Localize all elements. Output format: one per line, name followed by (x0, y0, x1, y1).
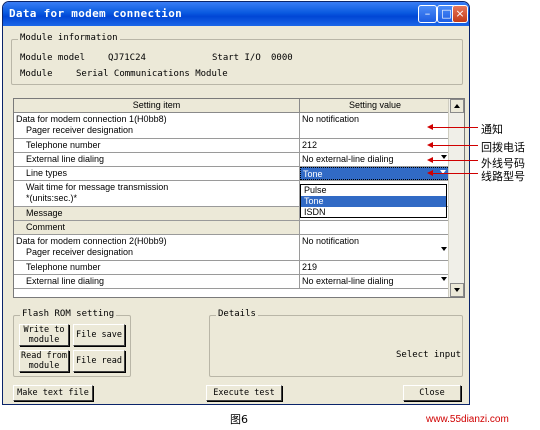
read-from-module-button[interactable]: Read from module (19, 350, 69, 372)
setting-value-dropdown[interactable]: No notification (300, 235, 450, 260)
setting-item-cell: Message (14, 207, 300, 220)
external-line-dropdown[interactable]: No external-line dialing (300, 275, 450, 288)
chevron-down-icon[interactable] (441, 277, 447, 281)
setting-item-label: Telephone number (26, 140, 101, 150)
module-info-group: Module information Module model QJ71C24 … (11, 33, 463, 85)
option-isdn[interactable]: ISDN (301, 207, 446, 218)
annotation-arrow (427, 157, 478, 163)
annotation-label: 线路型号 (481, 170, 525, 183)
setting-item-label: Message (26, 208, 63, 218)
module-model-label: Module model (20, 53, 86, 63)
setting-item-cell: External line dialing (14, 275, 300, 288)
flash-rom-title: Flash ROM setting (20, 309, 117, 319)
close-icon[interactable]: × (452, 5, 468, 23)
chevron-down-icon[interactable] (441, 155, 447, 159)
table-row[interactable]: Data for modem connection 2(H0bb9) Pager… (14, 235, 450, 261)
option-pulse[interactable]: Pulse (301, 185, 446, 196)
module-model-value: QJ71C24 (108, 53, 146, 63)
close-button[interactable]: Close (403, 385, 461, 401)
setting-item-cell: Line types (14, 167, 300, 180)
telephone-number-input[interactable]: 219 (300, 261, 450, 274)
figure-caption: 图6 (230, 413, 248, 426)
setting-item-label: Line types (26, 168, 68, 178)
scroll-down-icon[interactable] (450, 283, 464, 297)
details-group: Details Select input (209, 309, 463, 377)
setting-item-label: Data for modem connection 1(H0bb8) (16, 114, 167, 124)
setting-value-text: No notification (302, 236, 360, 246)
chevron-down-icon[interactable] (441, 247, 447, 251)
file-save-button[interactable]: File save (73, 324, 125, 346)
column-header-item: Setting item (14, 99, 300, 113)
table-row[interactable]: External line dialing No external-line d… (14, 153, 450, 167)
setting-value-text: 212 (302, 140, 318, 150)
table-row[interactable]: Line types Tone (14, 167, 450, 181)
module-value: Serial Communications Module (76, 69, 228, 79)
setting-item-cell: External line dialing (14, 153, 300, 166)
vertical-scrollbar[interactable] (448, 99, 464, 297)
annotation-arrow (427, 142, 478, 148)
table-row[interactable]: Data for modem connection 1(H0bb8) Pager… (14, 113, 450, 139)
site-watermark: www.55dianzi.com (426, 414, 509, 425)
title-bar[interactable]: Data for modem connection – □ × (3, 2, 469, 26)
grid-header: Setting item Setting value (14, 99, 450, 113)
column-header-value: Setting value (348, 100, 402, 110)
annotation-arrow (427, 170, 478, 176)
modem-connection-window: Data for modem connection – □ × Module i… (2, 1, 470, 405)
setting-item-label: Data for modem connection 2(H0bb9) (16, 236, 167, 246)
details-text: Select input (396, 350, 462, 360)
table-row[interactable]: Telephone number 219 (14, 261, 450, 275)
file-read-button[interactable]: File read (73, 350, 125, 372)
setting-item-label: Wait time for message transmission (26, 182, 169, 192)
table-row[interactable]: Comment (14, 221, 450, 235)
comment-input[interactable] (300, 221, 450, 234)
setting-value-text: 219 (302, 262, 318, 272)
setting-value-text: Tone (303, 169, 323, 179)
table-row[interactable]: External line dialing No external-line d… (14, 275, 450, 289)
write-to-module-button[interactable]: Write to module (19, 324, 69, 346)
flash-rom-group: Flash ROM setting Write to module File s… (13, 309, 131, 377)
setting-item-cell: Telephone number (14, 261, 300, 274)
setting-item-cell: Telephone number (14, 139, 300, 152)
line-type-options-list[interactable]: Pulse Tone ISDN (300, 184, 447, 218)
window-title: Data for modem connection (9, 7, 183, 20)
annotation-arrow (427, 124, 478, 130)
scroll-up-icon[interactable] (450, 99, 464, 113)
setting-value-text: No external-line dialing (302, 276, 394, 286)
setting-item-label: External line dialing (26, 276, 105, 286)
annotation-label: 通知 (481, 123, 503, 136)
setting-item-label: External line dialing (26, 154, 105, 164)
setting-value-text: No external-line dialing (302, 154, 394, 164)
setting-item-sublabel: *(units:sec.)* (26, 193, 78, 203)
start-io-label: Start I/O (212, 53, 261, 63)
table-row[interactable]: Telephone number 212 (14, 139, 450, 153)
setting-item-cell: Comment (14, 221, 300, 234)
option-tone[interactable]: Tone (301, 196, 446, 207)
setting-item-cell: Data for modem connection 1(H0bb8) Pager… (14, 113, 300, 138)
make-text-file-button[interactable]: Make text file (13, 385, 93, 401)
setting-item-cell: Wait time for message transmission *(uni… (14, 181, 300, 206)
setting-item-label: Comment (26, 222, 66, 232)
setting-item-sublabel: Pager receiver designation (26, 247, 134, 257)
execute-test-button[interactable]: Execute test (206, 385, 282, 401)
details-title: Details (216, 309, 258, 319)
module-label: Module (20, 69, 53, 79)
module-info-title: Module information (18, 33, 120, 43)
annotation-label: 回拨电话 (481, 141, 525, 154)
setting-item-sublabel: Pager receiver designation (26, 125, 134, 135)
setting-item-cell: Data for modem connection 2(H0bb9) Pager… (14, 235, 300, 260)
start-io-value: 0000 (271, 53, 293, 63)
setting-item-label: Telephone number (26, 262, 101, 272)
minimize-icon[interactable]: – (418, 5, 437, 23)
setting-value-text: No notification (302, 114, 360, 124)
